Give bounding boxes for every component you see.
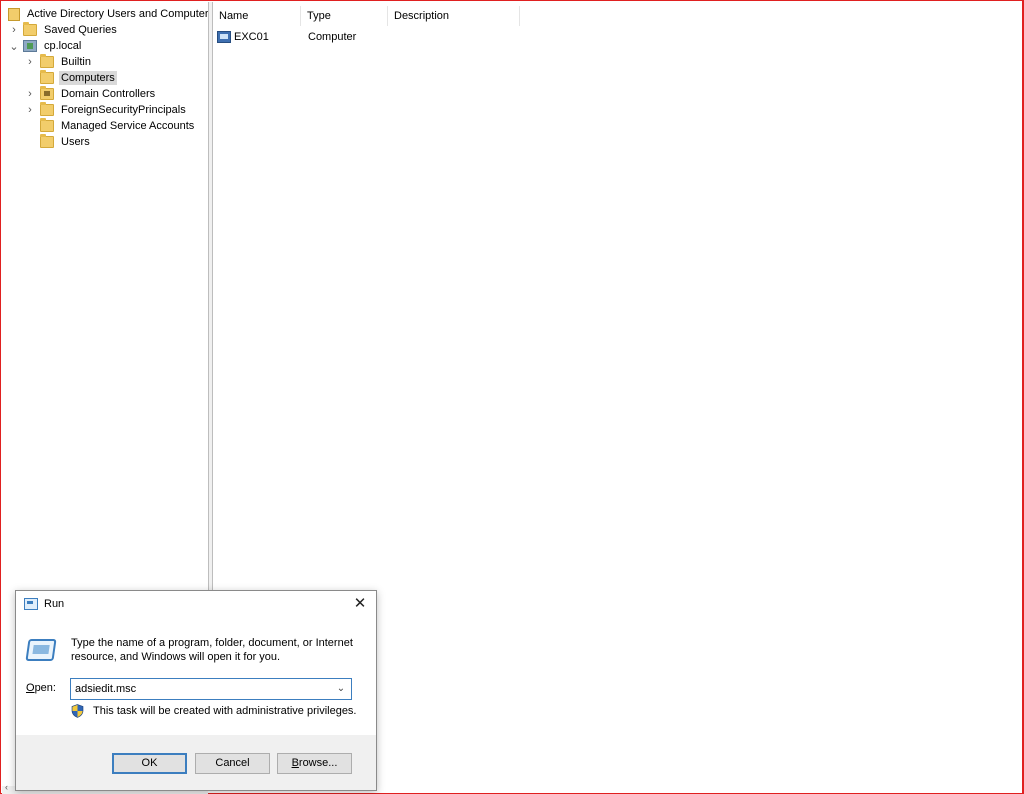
tree-item-computers[interactable]: Computers xyxy=(40,70,117,86)
expand-saved-queries-chevron[interactable]: › xyxy=(9,22,19,38)
tree-item-saved-queries[interactable]: Saved Queries xyxy=(23,22,119,38)
tree-item-foreign-security-principals[interactable]: ForeignSecurityPrincipals xyxy=(40,102,188,118)
tree-root-label: Active Directory Users and Computers [ xyxy=(27,8,208,20)
admin-privileges-note: This task will be created with administr… xyxy=(93,705,357,717)
expand-foreign-security-principals-chevron[interactable]: › xyxy=(25,102,35,118)
open-label: Open: xyxy=(26,682,56,694)
row-name: EXC01 xyxy=(234,31,269,43)
uac-shield-icon xyxy=(71,704,84,718)
chevron-down-icon[interactable]: ⌄ xyxy=(333,680,349,698)
folder-icon xyxy=(40,102,54,116)
tree-item-label: Users xyxy=(61,136,90,148)
run-app-icon xyxy=(24,598,38,610)
tree-item-label: Saved Queries xyxy=(44,24,117,36)
tree-item-label: Managed Service Accounts xyxy=(61,120,195,132)
run-description: Type the name of a program, folder, docu… xyxy=(71,637,353,663)
run-dialog-titlebar[interactable]: Run xyxy=(16,591,376,617)
tree-item-users[interactable]: Users xyxy=(40,134,92,150)
folder-icon xyxy=(40,118,54,132)
tree-item-label: Domain Controllers xyxy=(61,88,156,100)
computer-icon xyxy=(217,31,231,43)
run-program-icon xyxy=(25,639,57,661)
folder-icon xyxy=(40,54,54,68)
tree-item-label: Builtin xyxy=(61,56,91,68)
expand-builtin-chevron[interactable]: › xyxy=(25,54,35,70)
tree-root[interactable]: Active Directory Users and Computers [ xyxy=(8,6,208,22)
tree-item-domain-controllers[interactable]: Domain Controllers xyxy=(40,86,157,102)
scroll-left-arrow-icon[interactable]: ‹ xyxy=(5,782,8,792)
tree-item-label: ForeignSecurityPrincipals xyxy=(61,104,186,116)
tree-item-label: cp.local xyxy=(44,40,82,52)
browse-label-text: rowse... xyxy=(298,757,338,769)
close-button[interactable]: ✕ xyxy=(352,595,368,613)
column-header-description[interactable]: Description xyxy=(388,6,520,26)
expand-domain-controllers-chevron[interactable]: › xyxy=(25,86,35,102)
open-label-accelerator: O xyxy=(26,682,35,694)
row-type: Computer xyxy=(308,31,357,43)
open-input[interactable] xyxy=(71,680,326,698)
tree-item-label: Computers xyxy=(59,71,117,85)
folder-icon xyxy=(23,22,37,36)
browse-button[interactable]: Browse... xyxy=(277,753,352,774)
ok-button[interactable]: OK xyxy=(112,753,187,774)
run-dialog-footer: OK Cancel Browse... xyxy=(16,735,376,790)
browse-accelerator: B xyxy=(291,757,299,769)
console-icon xyxy=(8,7,20,21)
domain-icon xyxy=(23,40,37,52)
list-row-exc01[interactable]: EXC01 Computer xyxy=(213,28,392,46)
open-combobox[interactable]: ⌄ xyxy=(70,678,352,700)
column-header-name[interactable]: Name xyxy=(213,6,301,26)
cancel-button[interactable]: Cancel xyxy=(195,753,270,774)
tree-item-cp-local[interactable]: cp.local xyxy=(23,38,83,54)
list-header: Name Type Description xyxy=(213,6,520,26)
folder-icon xyxy=(40,70,54,84)
collapse-cp-local-chevron[interactable]: ⌄ xyxy=(9,38,19,54)
folder-icon xyxy=(40,134,54,148)
tree-item-managed-service-accounts[interactable]: Managed Service Accounts xyxy=(40,118,196,134)
column-header-type[interactable]: Type xyxy=(301,6,388,26)
tree-item-builtin[interactable]: Builtin xyxy=(40,54,93,70)
open-label-text: pen: xyxy=(34,682,56,694)
run-dialog: Run ✕ Type the name of a program, folder… xyxy=(15,590,377,791)
ou-folder-icon xyxy=(40,86,54,100)
run-dialog-title: Run xyxy=(44,598,65,610)
